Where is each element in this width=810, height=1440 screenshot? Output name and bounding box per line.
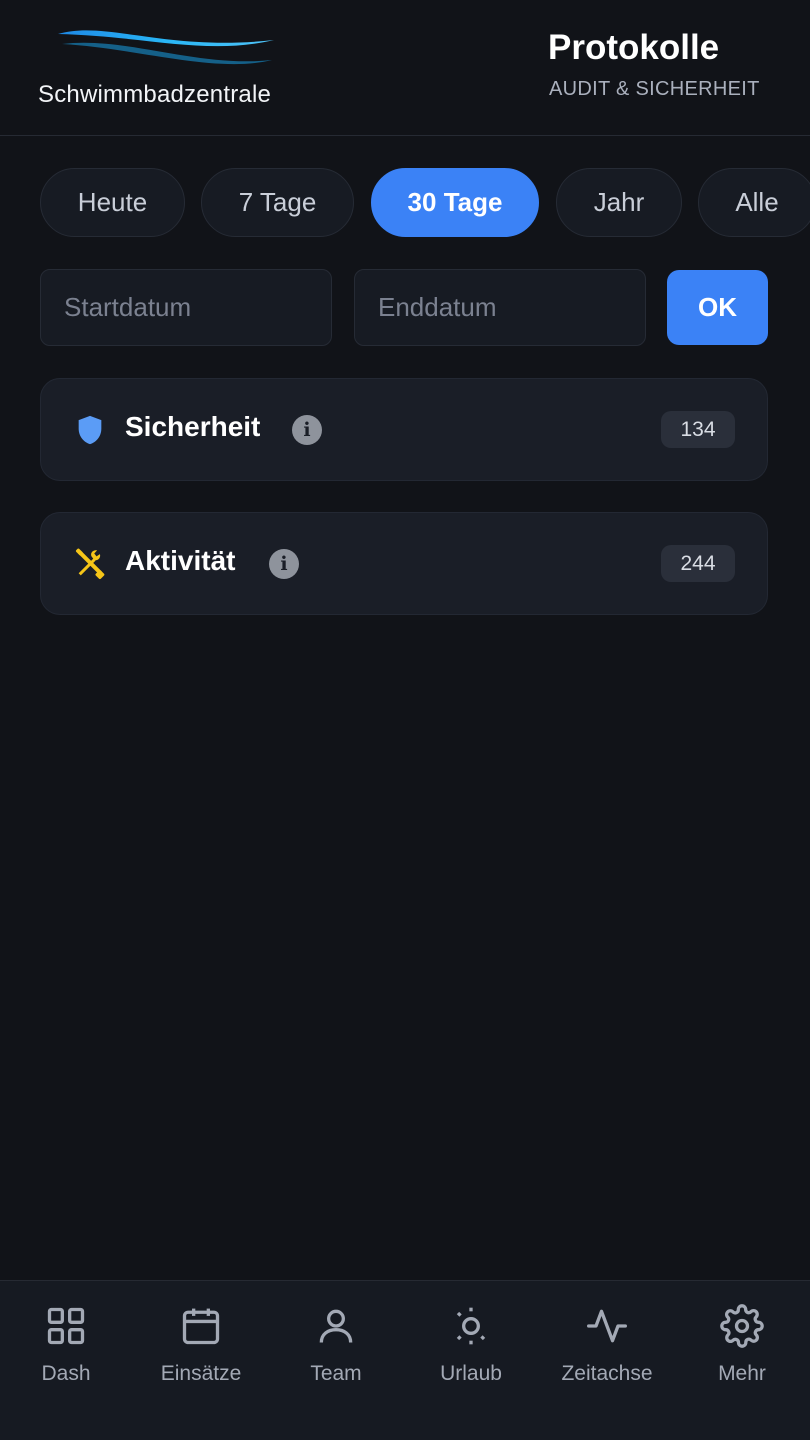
nav-item-team[interactable]: Team: [271, 1281, 401, 1440]
nav-item-zeitachse[interactable]: Zeitachse: [542, 1281, 672, 1440]
shield-icon: [78, 415, 102, 445]
app-header: Schwimmbadzentrale Protokolle AUDIT & SI…: [0, 0, 810, 136]
end-date-field[interactable]: [354, 269, 646, 346]
grid-icon: [47, 1307, 85, 1345]
sun-icon: [456, 1307, 486, 1345]
filter-chip-30-days[interactable]: 30 Tage: [371, 168, 539, 237]
category-title: Aktivität: [125, 545, 236, 576]
category-title: Sicherheit: [125, 411, 261, 442]
wave-logo-icon: [58, 30, 274, 65]
bottom-navigation: Dash Einsätze Team Urlaub Zeitachse Mehr: [0, 1280, 810, 1440]
brand-logo[interactable]: Schwimmbadzentrale: [38, 22, 308, 112]
category-card-activity[interactable]: Aktivität i 244: [40, 512, 768, 615]
page-subtitle: AUDIT & SICHERHEIT: [549, 78, 760, 100]
start-date-field[interactable]: [40, 269, 332, 346]
nav-item-dash[interactable]: Dash: [1, 1281, 131, 1440]
filter-chip-all[interactable]: Alle: [698, 168, 810, 237]
filter-chip-today[interactable]: Heute: [40, 168, 185, 237]
page-title: Protokolle: [548, 28, 720, 67]
nav-label: Zeitachse: [561, 1362, 653, 1385]
nav-label: Dash: [41, 1362, 91, 1385]
count-badge: 134: [661, 411, 735, 448]
category-card-security[interactable]: Sicherheit i 134: [40, 378, 768, 481]
nav-item-einsaetze[interactable]: Einsätze: [136, 1281, 266, 1440]
nav-label: Team: [310, 1362, 362, 1385]
nav-item-urlaub[interactable]: Urlaub: [406, 1281, 536, 1440]
nav-label: Einsätze: [160, 1362, 242, 1385]
activity-icon: [587, 1309, 627, 1343]
info-icon[interactable]: i: [292, 415, 322, 445]
user-icon: [319, 1309, 353, 1343]
info-icon[interactable]: i: [269, 549, 299, 579]
ok-button[interactable]: OK: [667, 270, 768, 345]
nav-item-mehr[interactable]: Mehr: [677, 1281, 807, 1440]
calendar-icon: [182, 1308, 220, 1345]
gear-icon: [720, 1304, 764, 1348]
tools-icon: [75, 548, 105, 580]
nav-label: Urlaub: [440, 1362, 502, 1385]
count-badge: 244: [661, 545, 735, 582]
filter-chip-7-days[interactable]: 7 Tage: [201, 168, 354, 237]
brand-name: Schwimmbadzentrale: [38, 81, 272, 108]
nav-label: Mehr: [718, 1362, 766, 1385]
filter-chip-year[interactable]: Jahr: [556, 168, 682, 237]
